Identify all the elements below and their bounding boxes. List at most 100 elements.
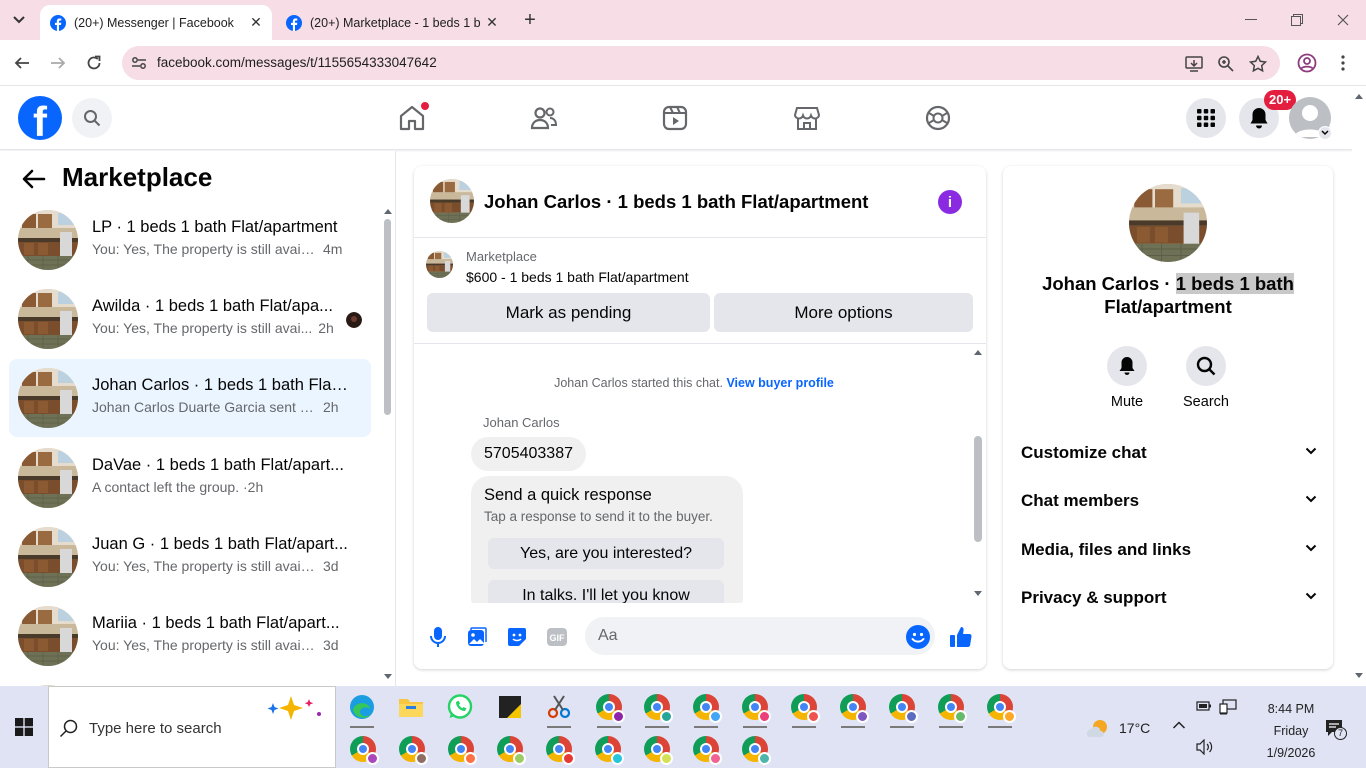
weather-icon[interactable]: [1086, 718, 1110, 740]
chrome-profile-icon[interactable]: [692, 693, 722, 728]
tab-search-chevron-icon[interactable]: [8, 9, 30, 31]
zoom-icon[interactable]: [1216, 54, 1236, 74]
edge-browser-icon[interactable]: [348, 693, 376, 728]
show-hidden-icons-chevron-icon[interactable]: [1172, 720, 1188, 734]
photo-icon[interactable]: [465, 625, 489, 649]
install-app-icon[interactable]: [1184, 54, 1204, 74]
chrome-profile-icon[interactable]: [643, 693, 673, 728]
chrome-profile-icon[interactable]: [447, 735, 477, 765]
new-tab-plus-icon[interactable]: +: [519, 9, 541, 31]
file-explorer-icon[interactable]: [397, 693, 425, 721]
clock[interactable]: 8:44 PM Friday 1/9/2026: [1250, 698, 1332, 764]
search-icon[interactable]: [72, 98, 112, 138]
chrome-profile-icon[interactable]: [741, 693, 771, 728]
marketplace-icon[interactable]: [787, 98, 827, 138]
tab-close-icon[interactable]: ✕: [482, 13, 502, 33]
customize-chat-section[interactable]: Customize chat: [1021, 443, 1317, 467]
chrome-profile-icon[interactable]: [790, 693, 820, 728]
conversation-item-active[interactable]: Johan Carlos · 1 beds 1 bath Flat/... Jo…: [9, 359, 371, 437]
mute-button[interactable]: Mute: [1097, 346, 1157, 410]
info-icon[interactable]: i: [938, 190, 962, 214]
conversation-item[interactable]: Mariia · 1 beds 1 bath Flat/apart... You…: [9, 597, 371, 675]
network-icon[interactable]: [1219, 699, 1237, 715]
friends-icon[interactable]: [524, 98, 564, 138]
tab-close-icon[interactable]: ✕: [246, 13, 266, 33]
reload-icon[interactable]: [81, 50, 107, 76]
chat-scrollbar[interactable]: [972, 346, 984, 602]
chrome-profile-icon[interactable]: [496, 735, 526, 765]
bookmark-star-icon[interactable]: [1248, 54, 1268, 74]
more-options-button[interactable]: More options: [714, 293, 973, 332]
snipping-tool-icon[interactable]: [545, 693, 573, 728]
search-icon[interactable]: [1186, 346, 1226, 386]
conversations-scrollbar[interactable]: [382, 207, 392, 685]
chrome-profile-icon[interactable]: [398, 735, 428, 765]
listing-price[interactable]: $600 - 1 beds 1 bath Flat/apartment: [466, 269, 689, 285]
thumbs-up-icon[interactable]: [949, 625, 973, 649]
chrome-profile-icon[interactable]: [545, 735, 575, 765]
temperature-text[interactable]: 17°C: [1119, 720, 1150, 736]
search-conversation-button[interactable]: Search: [1176, 346, 1236, 410]
sticky-notes-icon[interactable]: [496, 693, 524, 721]
listing-thumbnail-large[interactable]: [1129, 184, 1207, 262]
facebook-logo-icon[interactable]: f: [18, 96, 62, 140]
mark-as-pending-button[interactable]: Mark as pending: [427, 293, 710, 332]
chrome-profile-icon[interactable]: [692, 735, 722, 765]
minimize-icon[interactable]: [1228, 6, 1274, 34]
conversation-item[interactable]: DaVae · 1 beds 1 bath Flat/apart... A co…: [9, 439, 371, 517]
taskbar-search-box[interactable]: Type here to search: [48, 686, 336, 768]
restore-icon[interactable]: [1274, 6, 1320, 34]
chrome-profile-icon[interactable]: [594, 735, 624, 765]
chrome-profile-icon[interactable]: [349, 735, 379, 765]
chat-members-section[interactable]: Chat members: [1021, 491, 1317, 515]
chat-listing-thumbnail[interactable]: [430, 179, 474, 223]
chat-title[interactable]: Johan Carlos · 1 beds 1 bath Flat/apartm…: [484, 191, 868, 213]
chevron-down-icon[interactable]: [1318, 126, 1332, 140]
notification-center-icon[interactable]: 7: [1324, 718, 1348, 740]
chrome-profile-icon[interactable]: [937, 693, 967, 728]
conversation-item[interactable]: [9, 676, 371, 686]
close-window-icon[interactable]: [1320, 6, 1366, 34]
conversation-item[interactable]: Juan G · 1 beds 1 bath Flat/apart... You…: [9, 518, 371, 596]
media-files-links-section[interactable]: Media, files and links: [1021, 540, 1317, 564]
back-icon[interactable]: [9, 50, 35, 76]
marketplace-conversations-panel: Marketplace LP · 1 beds 1 bath Flat/apar…: [0, 151, 396, 686]
forward-icon[interactable]: [45, 50, 71, 76]
chrome-profile-icon[interactable]: [986, 693, 1016, 728]
video-icon[interactable]: [655, 98, 695, 138]
windows-start-icon[interactable]: [6, 714, 42, 740]
chrome-profile-icon[interactable]: [741, 735, 771, 765]
chrome-profile-icon[interactable]: [839, 693, 869, 728]
battery-icon[interactable]: [1196, 700, 1212, 714]
menu-grid-icon[interactable]: [1186, 98, 1226, 138]
sticker-icon[interactable]: [505, 625, 529, 649]
site-settings-icon[interactable]: [130, 54, 148, 72]
microphone-icon[interactable]: [426, 625, 450, 649]
gaming-icon[interactable]: [918, 98, 958, 138]
conversation-item[interactable]: Awilda · 1 beds 1 bath Flat/apa... You: …: [9, 280, 371, 358]
scrollbar-thumb[interactable]: [384, 219, 391, 415]
back-arrow-icon[interactable]: [20, 165, 48, 193]
address-bar[interactable]: facebook.com/messages/t/1155654333047642: [122, 46, 1280, 80]
emoji-icon[interactable]: [906, 625, 930, 649]
tab-marketplace[interactable]: (20+) Marketplace - 1 beds 1 b ✕: [276, 5, 508, 40]
chrome-profile-icon[interactable]: [643, 735, 673, 765]
message-input[interactable]: Aa: [585, 617, 935, 655]
quick-response-option[interactable]: Yes, are you interested?: [488, 538, 724, 569]
view-buyer-profile-link[interactable]: View buyer profile: [726, 376, 833, 390]
whatsapp-icon[interactable]: [446, 693, 474, 721]
quick-response-option[interactable]: In talks. I'll let you know: [488, 580, 724, 603]
message-bubble[interactable]: 5705403387: [471, 437, 586, 471]
tab-messenger[interactable]: (20+) Messenger | Facebook ✕: [40, 5, 272, 40]
scrollbar-thumb[interactable]: [974, 436, 982, 542]
profile-icon[interactable]: [1294, 50, 1320, 76]
page-scrollbar[interactable]: [1352, 86, 1366, 686]
chrome-profile-icon[interactable]: [595, 693, 625, 728]
gif-icon[interactable]: GIF: [545, 625, 569, 649]
bell-icon[interactable]: [1107, 346, 1147, 386]
browser-menu-icon[interactable]: [1330, 50, 1356, 76]
privacy-support-section[interactable]: Privacy & support: [1021, 588, 1317, 612]
volume-icon[interactable]: [1196, 739, 1214, 755]
conversation-item[interactable]: LP · 1 beds 1 bath Flat/apartment You: Y…: [9, 201, 371, 279]
chrome-profile-icon[interactable]: [888, 693, 918, 728]
